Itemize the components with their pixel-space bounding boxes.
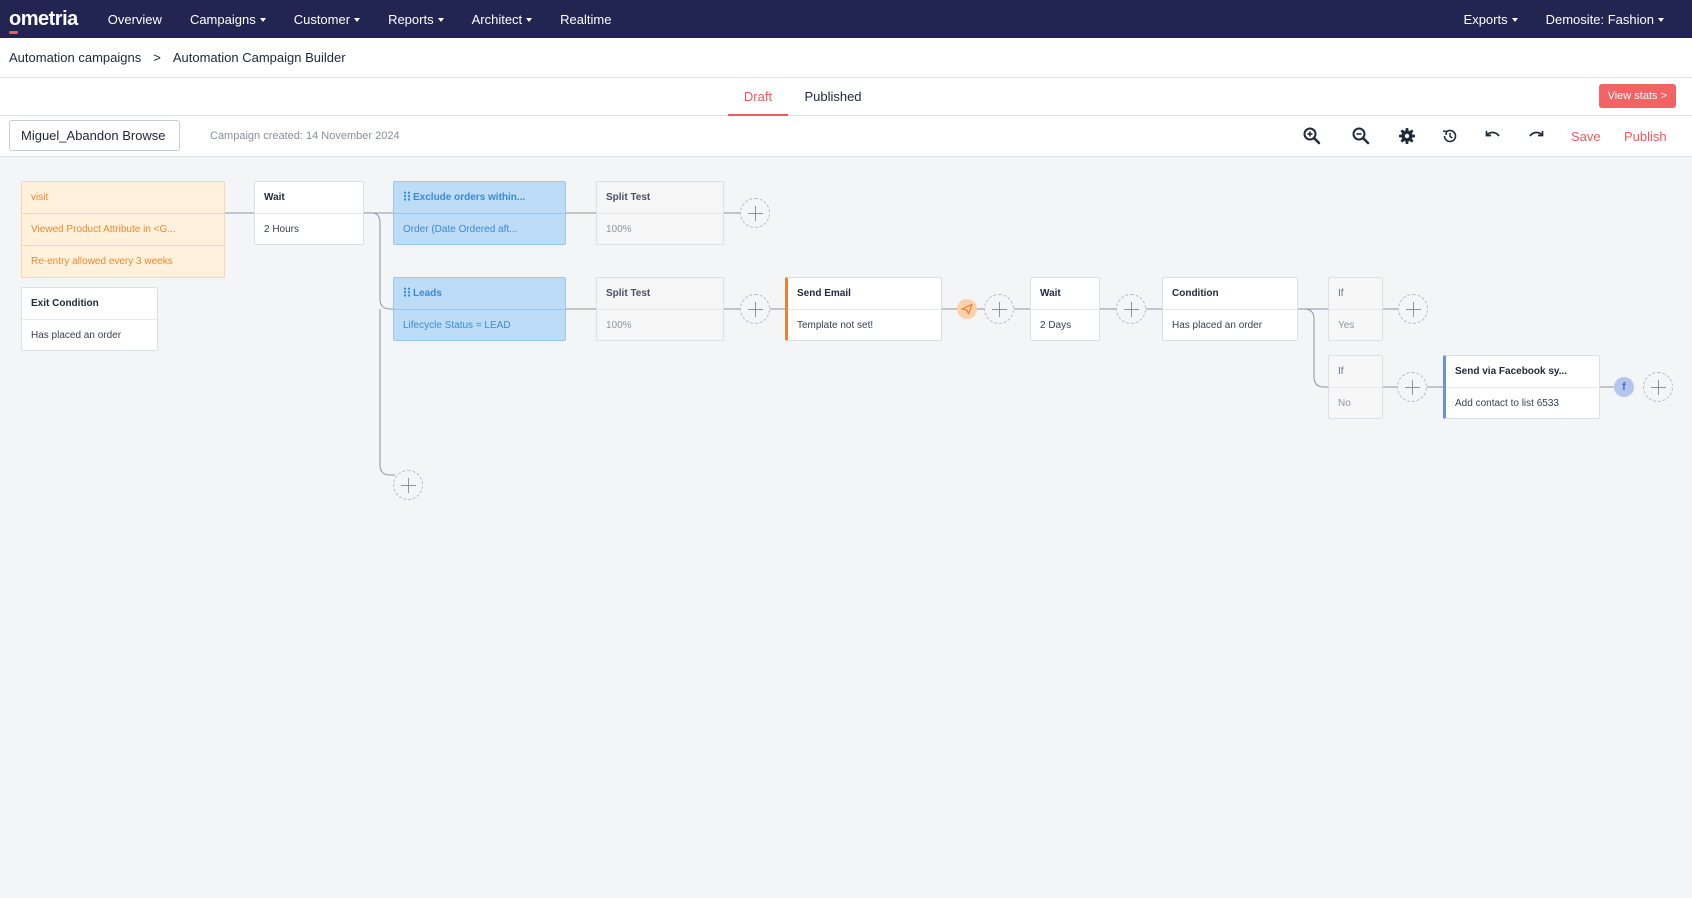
caret-down-icon	[259, 17, 266, 22]
split-test-title: Split Test	[597, 278, 723, 310]
tabs-bar: Draft Published View stats >	[0, 78, 1692, 116]
wait-node[interactable]: Wait 2 Hours	[254, 181, 364, 245]
condition-body: Has placed an order	[1172, 320, 1263, 331]
if-title: If	[1329, 356, 1382, 388]
caret-down-icon	[437, 17, 444, 22]
logo-text: metria	[20, 7, 79, 30]
send-facebook-title: Send via Facebook sy...	[1446, 356, 1599, 388]
trigger-condition: Viewed Product Attribute in <G...	[22, 214, 224, 246]
wait-body: 2 Hours	[264, 224, 300, 235]
redo-icon[interactable]	[1526, 126, 1546, 146]
nav-exports[interactable]: Exports	[1464, 12, 1518, 27]
add-step-button[interactable]	[1397, 372, 1427, 402]
breadcrumb-current: Automation Campaign Builder	[172, 50, 346, 65]
filter-head: Exclude orders within...	[394, 182, 565, 214]
trigger-reentry: Re-entry allowed every 3 weeks	[31, 256, 173, 267]
wait-body: 2 Days	[1040, 320, 1072, 331]
exit-condition-node[interactable]: Exit Condition Has placed an order	[21, 287, 158, 351]
add-branch-button[interactable]	[393, 470, 423, 500]
send-facebook-node[interactable]: Send via Facebook sy... Add contact to l…	[1443, 355, 1600, 419]
if-no-node[interactable]: If No	[1328, 355, 1383, 419]
filter-head: Leads	[394, 278, 565, 310]
nav-customer[interactable]: Customer	[294, 12, 361, 27]
view-stats-button[interactable]: View stats >	[1598, 84, 1676, 108]
email-send-icon	[957, 299, 977, 319]
split-test-body: 100%	[606, 320, 632, 331]
send-facebook-body: Add contact to list 6533	[1455, 398, 1559, 409]
if-yes-node[interactable]: If Yes	[1328, 277, 1383, 341]
undo-icon[interactable]	[1483, 126, 1503, 146]
exit-condition-body: Has placed an order	[31, 330, 122, 341]
save-button[interactable]: Save	[1571, 116, 1601, 157]
breadcrumb: Automation campaigns > Automation Campai…	[0, 38, 1692, 78]
caret-down-icon	[1658, 17, 1664, 22]
send-email-body: Template not set!	[797, 320, 874, 331]
campaign-name-input[interactable]	[9, 120, 180, 151]
publish-button[interactable]: Publish	[1624, 116, 1667, 157]
filter-title: Exclude orders within...	[413, 192, 526, 203]
send-email-title: Send Email	[788, 278, 941, 310]
filter-node-exclude-orders[interactable]: Exclude orders within... Order (Date Ord…	[393, 181, 566, 245]
add-step-button[interactable]	[984, 294, 1014, 324]
nav-menu: Overview Campaigns Customer Reports Arch…	[108, 12, 640, 27]
nav-campaigns[interactable]: Campaigns	[190, 12, 266, 27]
history-icon[interactable]	[1440, 126, 1460, 146]
split-test-node[interactable]: Split Test 100%	[596, 181, 724, 245]
condition-node[interactable]: Condition Has placed an order	[1162, 277, 1298, 341]
caret-down-icon	[526, 17, 533, 22]
tab-published[interactable]: Published	[800, 78, 866, 116]
ometria-logo[interactable]: ometria	[9, 7, 79, 34]
drag-handle-icon[interactable]	[403, 191, 411, 201]
caret-down-icon	[354, 17, 361, 22]
if-branch-label: No	[1338, 398, 1351, 409]
flow-canvas[interactable]: visit Viewed Product Attribute in <G... …	[0, 157, 1692, 898]
filter-body: Order (Date Ordered aft...	[403, 224, 518, 235]
add-step-button[interactable]	[740, 294, 770, 324]
nav-right: Exports Demosite: Fashion	[1436, 0, 1664, 38]
facebook-icon: f	[1614, 377, 1634, 397]
if-branch-label: Yes	[1338, 320, 1355, 331]
tab-draft[interactable]: Draft	[728, 78, 788, 116]
add-step-button[interactable]	[740, 198, 770, 228]
split-test-body: 100%	[606, 224, 632, 235]
filter-body: Lifecycle Status = LEAD	[403, 320, 511, 331]
zoom-in-icon[interactable]	[1302, 126, 1322, 146]
if-title: If	[1329, 278, 1382, 310]
nav-realtime[interactable]: Realtime	[560, 12, 611, 27]
filter-node-leads[interactable]: Leads Lifecycle Status = LEAD	[393, 277, 566, 341]
nav-reports[interactable]: Reports	[388, 12, 444, 27]
zoom-out-icon[interactable]	[1351, 126, 1371, 146]
split-test-title: Split Test	[597, 182, 723, 214]
wait-title: Wait	[255, 182, 363, 214]
filter-title: Leads	[413, 288, 442, 299]
send-email-node[interactable]: Send Email Template not set!	[785, 277, 942, 341]
top-nav: ometria Overview Campaigns Customer Repo…	[0, 0, 1692, 38]
builder-toolbar: Campaign created: 14 November 2024 Save	[0, 116, 1692, 157]
campaign-created-date: Campaign created: 14 November 2024	[210, 130, 400, 142]
nav-site-selector[interactable]: Demosite: Fashion	[1546, 12, 1664, 27]
breadcrumb-separator: >	[153, 50, 161, 65]
breadcrumb-parent[interactable]: Automation campaigns	[9, 50, 141, 65]
nav-overview[interactable]: Overview	[108, 12, 162, 27]
trigger-node[interactable]: visit Viewed Product Attribute in <G... …	[21, 181, 225, 278]
gear-icon[interactable]	[1397, 126, 1417, 146]
condition-title: Condition	[1163, 278, 1297, 310]
flow-connectors	[225, 212, 1615, 476]
split-test-node[interactable]: Split Test 100%	[596, 277, 724, 341]
nav-architect[interactable]: Architect	[472, 12, 533, 27]
caret-down-icon	[1511, 17, 1518, 22]
exit-condition-title: Exit Condition	[22, 288, 157, 320]
trigger-title: visit	[22, 182, 224, 214]
paper-plane-icon	[961, 303, 973, 315]
wait-node[interactable]: Wait 2 Days	[1030, 277, 1100, 341]
add-step-button[interactable]	[1116, 294, 1146, 324]
add-step-button[interactable]	[1643, 372, 1673, 402]
wait-title: Wait	[1031, 278, 1099, 310]
drag-handle-icon[interactable]	[403, 287, 411, 297]
add-step-button[interactable]	[1398, 294, 1428, 324]
